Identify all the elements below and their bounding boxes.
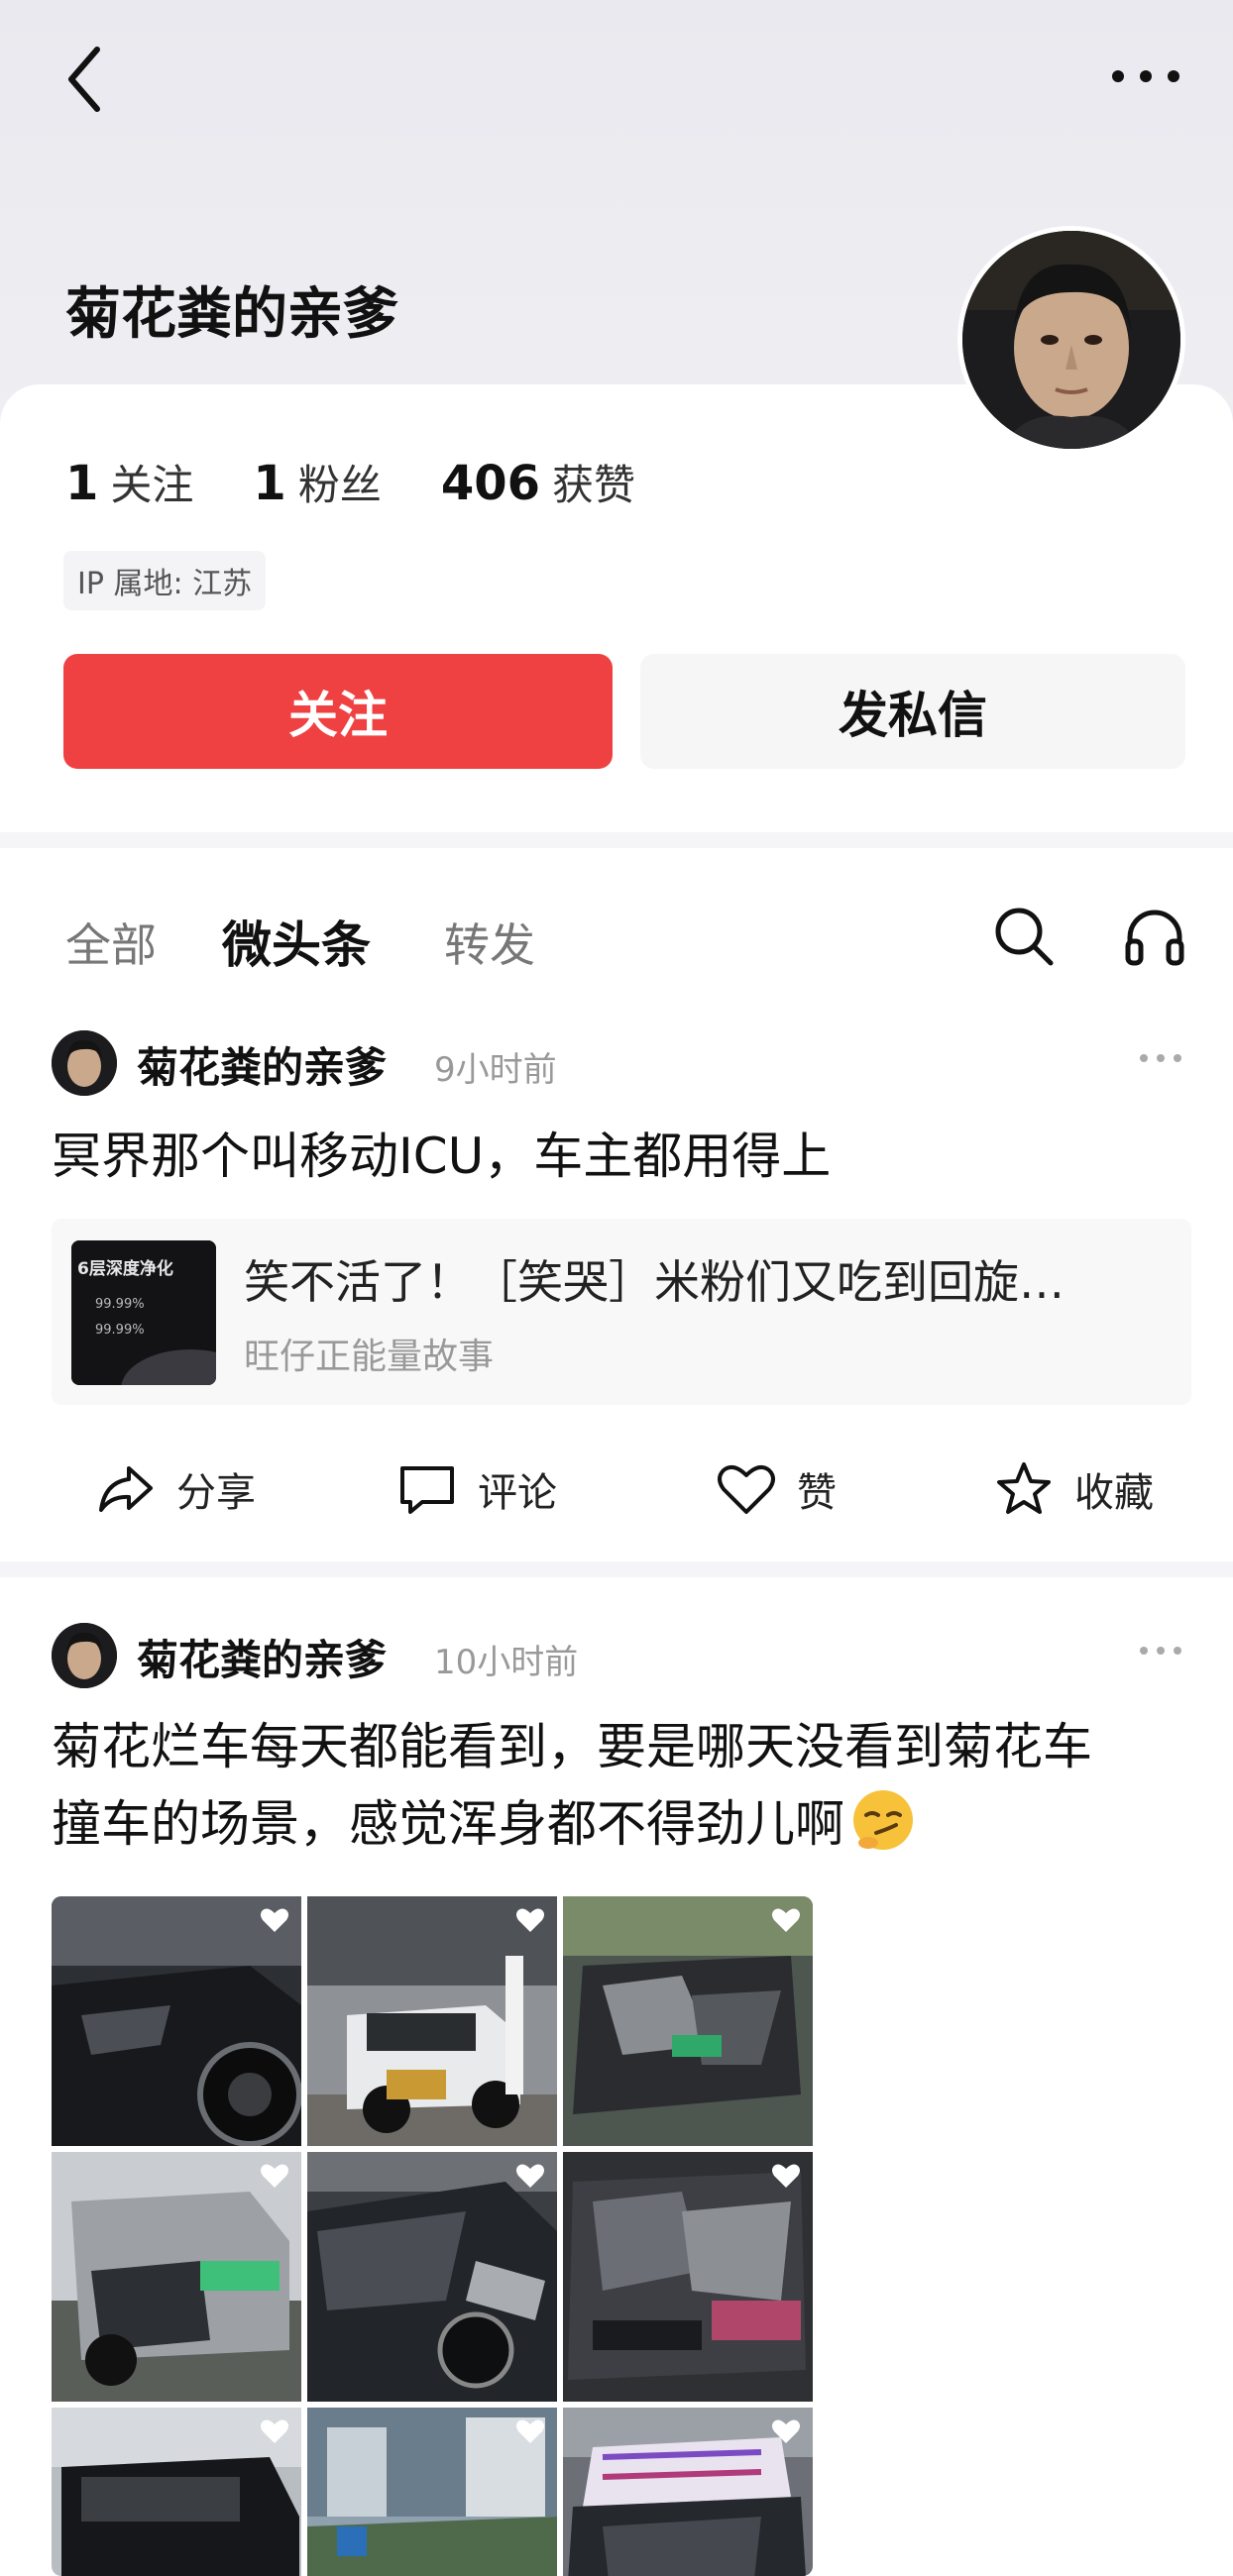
thumb-value-1: 99.99% — [95, 1297, 145, 1312]
more-button[interactable] — [1108, 52, 1183, 101]
article-title: 笑不活了！［笑哭］米粉们又吃到回旋… — [244, 1255, 1065, 1309]
article-thumbnail: 6层深度净化 99.99% 99.99% — [71, 1240, 216, 1385]
like-label: 赞 — [797, 1470, 837, 1516]
post-avatar[interactable] — [52, 1030, 117, 1096]
profile-name: 菊花粪的亲爹 — [65, 282, 398, 347]
favorite-button[interactable]: 收藏 — [993, 1458, 1154, 1520]
likes-label: 获赞 — [552, 461, 636, 509]
profile-avatar[interactable] — [957, 226, 1185, 454]
ip-location-tag: IP 属地: 江苏 — [63, 551, 267, 610]
post-header: 菊花粪的亲爹 9小时前 — [0, 1022, 1233, 1102]
following-stat[interactable]: 1 关注 — [65, 452, 193, 512]
share-label: 分享 — [176, 1470, 256, 1516]
listen-button[interactable] — [1120, 902, 1189, 971]
post-more-button[interactable] — [1136, 1036, 1185, 1080]
post-avatar[interactable] — [52, 1623, 117, 1688]
post-image[interactable] — [563, 2408, 813, 2576]
heart-icon[interactable] — [771, 1906, 801, 1934]
star-icon — [997, 1462, 1051, 1514]
following-count: 1 — [65, 456, 99, 511]
followers-stat[interactable]: 1 粉丝 — [253, 452, 381, 512]
tab-all[interactable]: 全部 — [65, 910, 157, 975]
thumb-caption: 6层深度净化 — [77, 1258, 173, 1279]
post-author[interactable]: 菊花粪的亲爹 — [137, 1627, 387, 1687]
headphones-icon — [1125, 910, 1184, 966]
post-image[interactable] — [307, 2152, 557, 2402]
heart-icon[interactable] — [515, 2162, 545, 2190]
smirk-emoji-icon — [853, 1790, 913, 1850]
post-image-grid — [52, 1896, 813, 2576]
favorite-label: 收藏 — [1074, 1470, 1154, 1516]
post-image[interactable] — [563, 1896, 813, 2146]
heart-icon[interactable] — [515, 2417, 545, 2445]
followers-label: 粉丝 — [297, 461, 382, 509]
post-image[interactable] — [307, 2408, 557, 2576]
post-text[interactable]: 冥界那个叫移动ICU，车主都用得上 — [52, 1118, 1201, 1195]
post-image[interactable] — [563, 2152, 813, 2402]
search-icon — [995, 908, 1054, 966]
tab-weitoutiao[interactable]: 微头条 — [222, 906, 371, 977]
message-button[interactable]: 发私信 — [640, 654, 1185, 769]
back-button[interactable] — [59, 40, 119, 119]
back-arrow-icon — [68, 47, 100, 112]
followers-count: 1 — [253, 456, 286, 511]
comment-icon — [400, 1466, 454, 1514]
content-tabs: 全部 微头条 转发 — [0, 872, 1233, 1001]
post-header: 菊花粪的亲爹 10小时前 — [0, 1615, 1233, 1694]
post-text-line-2: 撞车的场景，感觉浑身都不得劲儿啊 — [52, 1785, 1201, 1863]
more-dots-icon — [1140, 1647, 1181, 1655]
post-image[interactable] — [52, 1896, 301, 2146]
post-text[interactable]: 菊花烂车每天都能看到，要是哪天没看到菊花车 撞车的场景，感觉浑身都不得劲儿啊 — [52, 1708, 1201, 1863]
more-dots-icon — [1140, 1054, 1181, 1062]
heart-icon[interactable] — [260, 2162, 289, 2190]
comment-button[interactable]: 评论 — [396, 1458, 557, 1520]
share-icon — [99, 1466, 153, 1512]
thumb-value-2: 99.99% — [95, 1323, 145, 1338]
search-button[interactable] — [989, 902, 1059, 971]
post-more-button[interactable] — [1136, 1629, 1185, 1672]
post-time: 10小时前 — [434, 1643, 579, 1682]
post-image[interactable] — [52, 2152, 301, 2402]
comment-label: 评论 — [478, 1470, 557, 1516]
section-divider — [0, 832, 1233, 848]
post-author[interactable]: 菊花粪的亲爹 — [137, 1034, 387, 1095]
heart-icon[interactable] — [771, 2417, 801, 2445]
post-image[interactable] — [52, 2408, 301, 2576]
heart-icon[interactable] — [515, 1906, 545, 1934]
more-dots-icon — [1112, 70, 1179, 82]
following-label: 关注 — [110, 461, 194, 509]
tab-repost[interactable]: 转发 — [444, 910, 535, 975]
likes-stat[interactable]: 406 获赞 — [441, 452, 635, 512]
post-image[interactable] — [307, 1896, 557, 2146]
linked-article-card[interactable]: 6层深度净化 99.99% 99.99% 笑不活了！［笑哭］米粉们又吃到回旋… … — [52, 1219, 1191, 1405]
heart-icon — [718, 1464, 775, 1514]
profile-stats: 1 关注 1 粉丝 406 获赞 — [65, 452, 695, 512]
post-time: 9小时前 — [434, 1050, 557, 1090]
post-text-line: 菊花烂车每天都能看到，要是哪天没看到菊花车 — [52, 1718, 1092, 1775]
heart-icon[interactable] — [260, 2417, 289, 2445]
post-divider — [0, 1561, 1233, 1577]
share-button[interactable]: 分享 — [95, 1458, 256, 1520]
post-text-line: 撞车的场景，感觉浑身都不得劲儿啊 — [52, 1795, 844, 1853]
like-button[interactable]: 赞 — [716, 1458, 837, 1520]
post-action-bar: 分享 评论 赞 收藏 — [0, 1437, 1233, 1536]
article-source: 旺仔正能量故事 — [244, 1337, 495, 1377]
follow-button[interactable]: 关注 — [63, 654, 613, 769]
profile-page: 菊花粪的亲爹 1 关注 1 粉丝 406 获赞 IP 属地: 江苏 关注 发私信… — [0, 0, 1233, 2576]
heart-icon[interactable] — [771, 2162, 801, 2190]
likes-count: 406 — [440, 456, 541, 511]
heart-icon[interactable] — [260, 1906, 289, 1934]
